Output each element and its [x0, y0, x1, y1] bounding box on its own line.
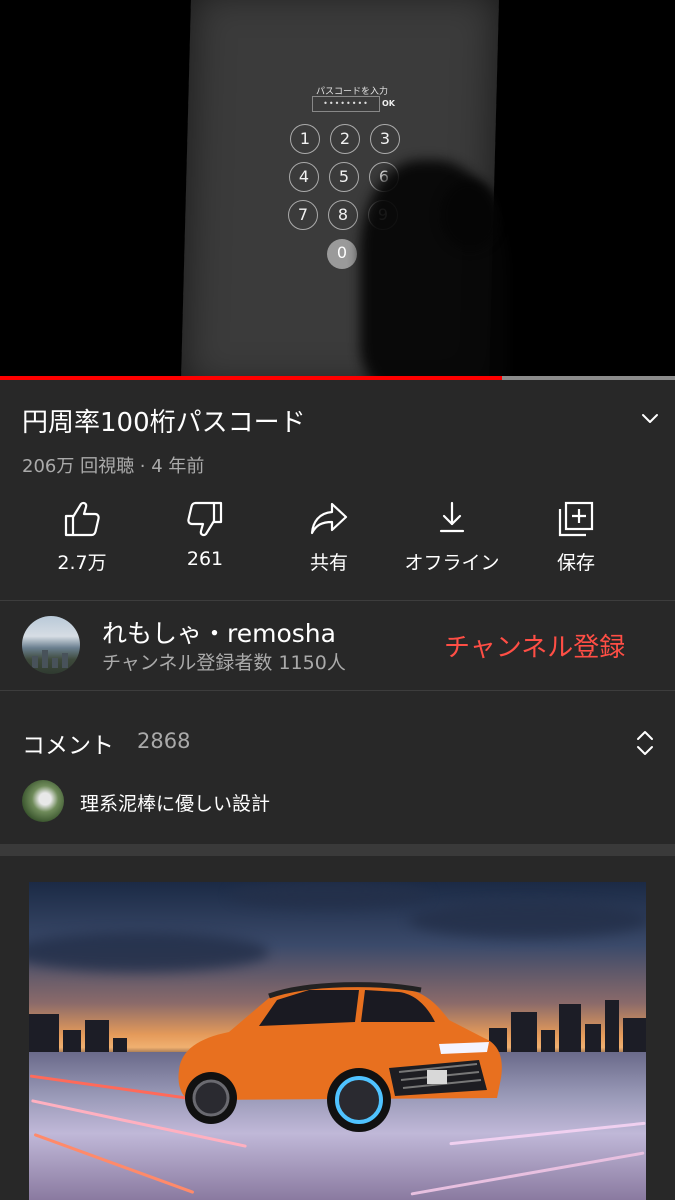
keypad-key: 4	[289, 162, 319, 192]
keypad-key: 0	[327, 239, 357, 269]
ad-image[interactable]	[29, 882, 646, 1200]
video-progress-played	[0, 376, 503, 380]
video-title: 円周率100桁パスコード	[22, 408, 306, 438]
share-label: 共有	[309, 552, 348, 574]
share-button[interactable]: 共有	[269, 500, 389, 575]
video-meta: 206万 回視聴 · 4 年前	[22, 456, 205, 477]
hand-silhouette	[440, 180, 500, 250]
add-to-playlist-icon	[558, 501, 594, 537]
channel-name[interactable]: れもしゃ・remosha	[102, 614, 336, 650]
keypad-key: 3	[370, 124, 400, 154]
keypad-key: 7	[288, 200, 318, 230]
divider	[0, 600, 675, 601]
thumb-up-icon	[64, 501, 100, 537]
dislike-count: 261	[186, 548, 224, 570]
subscribe-button[interactable]: チャンネル登録	[444, 627, 625, 664]
save-label: 保存	[556, 552, 595, 574]
top-comment-text[interactable]: 理系泥棒に優しい設計	[80, 789, 270, 816]
thumb-down-icon	[187, 501, 223, 537]
keypad-key: 8	[328, 200, 358, 230]
comments-title[interactable]: コメント	[22, 726, 114, 760]
subscriber-count: チャンネル登録者数 1150人	[102, 652, 346, 674]
section-separator	[0, 844, 675, 856]
car-illustration	[159, 960, 509, 1140]
passcode-field: ••••••••	[312, 96, 380, 112]
passcode-ok: OK	[382, 99, 395, 108]
keypad-key: 1	[290, 124, 320, 154]
keypad-key: 2	[330, 124, 360, 154]
channel-avatar[interactable]	[22, 616, 80, 674]
video-player[interactable]: パスコードを入力 •••••••• OK 1 2 3 4 5 6 7 8 9 0	[0, 0, 675, 378]
save-button[interactable]: 保存	[516, 500, 636, 575]
commenter-avatar	[22, 780, 64, 822]
dislike-button[interactable]: 261	[145, 500, 265, 570]
expand-collapse-icon[interactable]	[633, 728, 657, 758]
comments-count: 2868	[137, 729, 191, 753]
download-label: オフライン	[404, 552, 500, 574]
share-icon	[310, 502, 348, 535]
like-count: 2.7万	[57, 552, 107, 574]
download-icon	[439, 501, 465, 533]
keypad-key: 5	[329, 162, 359, 192]
chevron-down-icon[interactable]	[636, 405, 664, 433]
video-progress-bar[interactable]	[0, 376, 675, 380]
like-button[interactable]: 2.7万	[22, 500, 142, 575]
divider	[0, 690, 675, 691]
download-button[interactable]: オフライン	[392, 500, 512, 575]
